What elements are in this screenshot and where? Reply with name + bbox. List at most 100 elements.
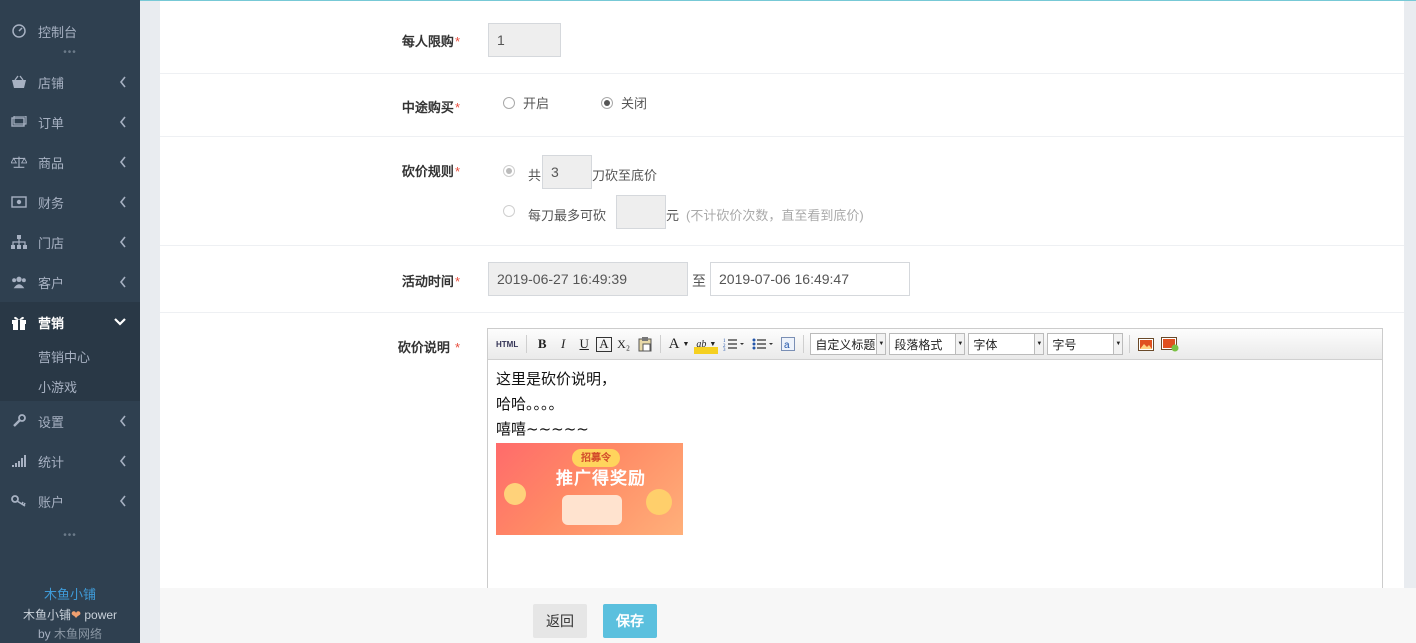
time-label: 活动时间* (360, 271, 460, 290)
editor-content[interactable]: 这里是砍价说明， 哈哈。。。。 嘻嘻~~~~~ 招募令 推广得奖励 (488, 360, 1382, 542)
font-select[interactable]: 字体 ▼ (968, 333, 1045, 355)
back-button[interactable]: 返回 (533, 604, 587, 638)
rule-opt2-hint: (不计砍价次数，直至看到底价) (686, 208, 864, 223)
brand-block: 木鱼小铺 木鱼小铺❤ power by 木鱼网络 (0, 585, 140, 643)
multi-image-icon[interactable] (1159, 334, 1181, 354)
order-icon (11, 114, 27, 130)
rule-total-count-input[interactable]: 3 (542, 155, 592, 189)
anchor-icon[interactable]: a (779, 334, 797, 354)
heart-icon: ❤ (70, 608, 82, 622)
rule-max-amount-input[interactable] (616, 195, 666, 229)
signal-icon (11, 453, 27, 469)
rich-text-editor: HTML B I U A X₂ A ▼ ab ▼ 123 a 自定义标题 ▼ 段… (487, 328, 1383, 591)
rule-opt2-suffix: 元 (666, 208, 680, 223)
dropdown-arrow-icon: ▼ (1113, 334, 1123, 354)
html-source-button[interactable]: HTML (494, 334, 520, 354)
decor-circle (646, 489, 672, 515)
chevron-left-icon (119, 156, 126, 168)
required-mark: * (454, 34, 460, 49)
limit-input[interactable]: 1 (488, 23, 561, 57)
radio-label: 关闭 (621, 96, 648, 111)
chevron-left-icon (119, 495, 126, 507)
brand-power-suffix: power (81, 608, 118, 622)
rule-radio-total[interactable] (503, 165, 523, 177)
chevron-left-icon (119, 196, 126, 208)
paragraph-select[interactable]: 段落格式 ▼ (889, 333, 966, 355)
chevron-left-icon (119, 236, 126, 248)
nav-finance[interactable]: 财务 (0, 182, 140, 222)
rule-opt1-prefix: 共 (528, 168, 542, 183)
rule-radio-max[interactable] (503, 205, 523, 217)
editor-toolbar: HTML B I U A X₂ A ▼ ab ▼ 123 a 自定义标题 ▼ 段… (488, 329, 1382, 360)
italic-button[interactable]: I (554, 334, 572, 354)
midway-radio-on[interactable]: 开启 (503, 93, 549, 112)
wrench-icon (11, 413, 27, 429)
ordered-list-icon[interactable]: 123 (721, 334, 747, 354)
toolbar-separator (659, 335, 661, 353)
midway-radio-off[interactable]: 关闭 (601, 93, 647, 112)
form-footer: 返回 保存 (160, 588, 1416, 643)
sitemap-icon (11, 234, 27, 250)
font-size-select-value: 字号 (1052, 337, 1077, 352)
font-border-button[interactable]: A (596, 336, 612, 352)
end-time-input[interactable]: 2019-07-06 16:49:47 (710, 262, 910, 296)
gift-icon (11, 314, 27, 330)
subscript-button[interactable]: X₂ (615, 334, 633, 354)
marketing-submenu: 营销中心 小游戏 (0, 342, 140, 401)
key-icon (11, 493, 27, 509)
font-size-select[interactable]: 字号 ▼ (1047, 333, 1124, 355)
rule-opt1-suffix: 刀砍至底价 (592, 168, 658, 183)
start-time-input[interactable]: 2019-06-27 16:49:39 (488, 262, 688, 296)
desc-label-text: 砍价说明 (397, 340, 450, 355)
paragraph-select-value: 段落格式 (894, 337, 943, 352)
time-label-text: 活动时间 (401, 274, 454, 289)
save-button[interactable]: 保存 (603, 604, 657, 638)
brand-name[interactable]: 木鱼小铺 (0, 585, 140, 605)
font-color-glyph: A (668, 335, 680, 352)
nav-divider: ••• (63, 529, 77, 541)
brand-company-link[interactable]: 木鱼网络 (54, 627, 102, 641)
brand-by-prefix: by (37, 627, 54, 641)
nav-store[interactable]: 门店 (0, 222, 140, 262)
toolbar-separator (803, 335, 805, 353)
sidebar: 控制台 ••• 店铺 订单 商品 财务 门店 客户 营销 营销中心 小游戏 设置… (0, 0, 140, 643)
rule-label: 砍价规则* (360, 161, 460, 180)
nav-label: 设置 (38, 414, 65, 430)
brand-power-name: 木鱼小铺 (22, 608, 71, 622)
underline-button[interactable]: U (575, 334, 593, 354)
nav-order[interactable]: 订单 (0, 102, 140, 142)
row-rule: 砍价规则* 共 3 刀砍至底价 每刀最多可砍 元 (不计砍价次数，直至看到底价) (160, 137, 1404, 246)
gift-box (562, 495, 622, 525)
bold-button[interactable]: B (533, 334, 551, 354)
nav-label: 财务 (38, 195, 65, 211)
content-line: 哈哈。。。。 (496, 395, 564, 413)
nav-goods[interactable]: 商品 (0, 142, 140, 182)
dropdown-arrow-icon: ▼ (955, 334, 965, 354)
subnav-mini-games[interactable]: 小游戏 (0, 371, 140, 401)
time-separator: 至 (692, 273, 706, 289)
limit-label-text: 每人限购 (401, 34, 454, 49)
nav-account[interactable]: 账户 (0, 481, 140, 521)
image-icon[interactable] (1136, 334, 1156, 354)
paste-icon[interactable] (636, 334, 654, 354)
desc-label: 砍价说明 * (360, 337, 460, 356)
nav-customer[interactable]: 客户 (0, 262, 140, 302)
nav-stats[interactable]: 统计 (0, 441, 140, 481)
required-mark: * (454, 100, 460, 115)
chevron-left-icon (119, 116, 126, 128)
nav-marketing[interactable]: 营销 (0, 302, 140, 342)
subnav-marketing-center[interactable]: 营销中心 (0, 342, 140, 371)
nav-settings[interactable]: 设置 (0, 401, 140, 441)
svg-text:a: a (784, 340, 790, 351)
nav-dashboard[interactable]: 控制台 (0, 0, 140, 62)
promo-image: 招募令 推广得奖励 (496, 443, 683, 535)
nav-shop[interactable]: 店铺 (0, 62, 140, 102)
promo-title: 推广得奖励 (556, 469, 646, 489)
users-icon (11, 274, 27, 290)
highlight-button[interactable]: ab ▼ (694, 334, 719, 354)
unordered-list-icon[interactable] (750, 334, 776, 354)
chevron-left-icon (119, 415, 126, 427)
nav-label: 控制台 (38, 24, 78, 40)
heading-select[interactable]: 自定义标题 ▼ (810, 333, 887, 355)
font-color-button[interactable]: A ▼ (667, 334, 692, 354)
